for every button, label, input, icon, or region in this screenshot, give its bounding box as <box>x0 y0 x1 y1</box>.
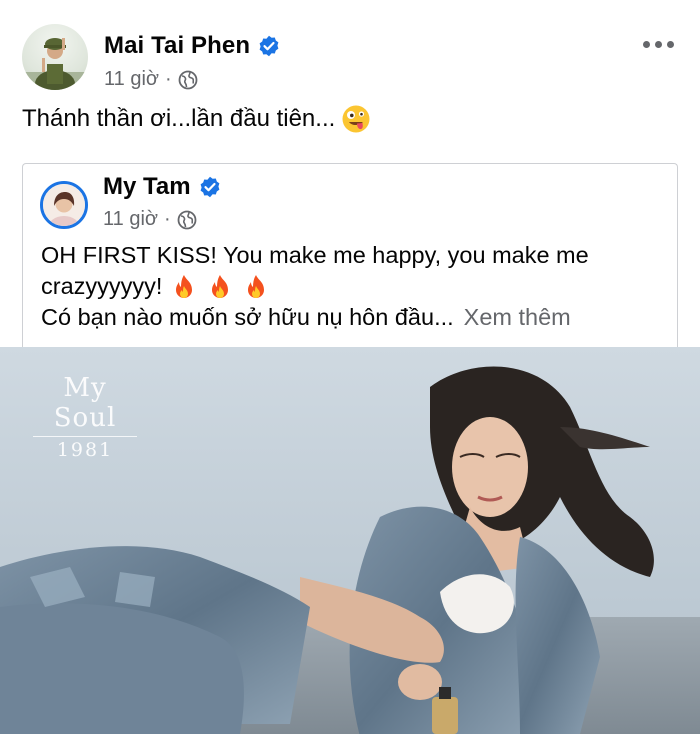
shared-post-card[interactable]: My Tam 11 giờ · OH FIRST KISS! You make … <box>22 163 678 353</box>
shared-post-meta: 11 giờ · <box>103 208 197 231</box>
watermark-title: My Soul <box>33 373 137 437</box>
watermark-year: 1981 <box>56 439 114 461</box>
author-name-text[interactable]: Mai Tai Phen <box>104 32 250 60</box>
see-more-link[interactable]: Xem thêm <box>464 302 571 333</box>
shared-post-body: OH FIRST KISS! You make me happy, you ma… <box>41 240 671 333</box>
more-dot-icon <box>642 40 650 48</box>
fire-emoji-icon <box>176 274 193 298</box>
shared-post-time[interactable]: 11 giờ <box>103 208 158 231</box>
fire-emoji-icon <box>212 274 229 298</box>
shared-post-line: OH FIRST KISS! You make me happy, you ma… <box>41 240 671 271</box>
verified-badge-icon <box>259 35 279 57</box>
shared-post-line: crazyyyyyy! <box>41 271 671 302</box>
meta-separator: · <box>164 208 171 230</box>
shared-post-text-line1: OH FIRST KISS! You make me happy, you ma… <box>41 242 589 268</box>
shared-author-avatar[interactable] <box>40 181 88 229</box>
post-header: Mai Tai Phen 11 giờ · <box>22 24 678 94</box>
post-text-content: Thánh thần ơi...lần đầu tiên... <box>22 105 336 132</box>
author-avatar[interactable] <box>22 24 88 90</box>
post-text: Thánh thần ơi...lần đầu tiên... <box>22 104 371 134</box>
globe-icon <box>178 70 198 89</box>
more-dot-icon <box>666 40 674 48</box>
globe-icon <box>177 210 197 229</box>
shared-author-name[interactable]: My Tam <box>103 173 221 201</box>
meta-separator: · <box>165 68 172 90</box>
shared-post-text-line3: Có bạn nào muốn sở hữu nụ hôn đầu... <box>41 304 454 330</box>
shared-author-name-text[interactable]: My Tam <box>103 173 191 201</box>
zany-face-emoji-icon <box>342 105 370 133</box>
shared-post-line: Có bạn nào muốn sở hữu nụ hôn đầu... Xem… <box>41 302 671 333</box>
post-time[interactable]: 11 giờ <box>104 68 159 91</box>
verified-badge-icon <box>200 176 219 198</box>
photo-watermark: My Soul 1981 <box>33 373 137 461</box>
more-dot-icon <box>654 40 662 48</box>
author-name[interactable]: Mai Tai Phen <box>104 32 280 60</box>
more-options-button[interactable] <box>638 34 678 54</box>
post-meta: 11 giờ · <box>104 68 198 91</box>
fire-emoji-icon <box>248 274 265 298</box>
post-photo[interactable]: My Soul 1981 <box>0 347 700 734</box>
shared-post-text-line2: crazyyyyyy! <box>41 273 163 299</box>
